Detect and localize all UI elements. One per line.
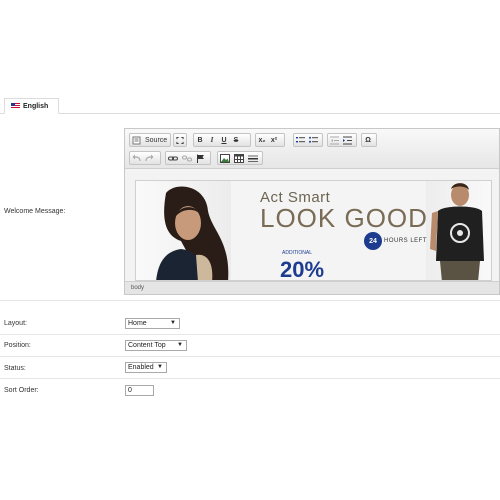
row-divider <box>0 300 500 301</box>
status-label: Status: <box>4 365 26 372</box>
source-label: Source <box>145 136 168 144</box>
special-char-icon[interactable]: Ω <box>362 134 374 146</box>
banner-hours-left: HOURS LEFT <box>384 238 428 244</box>
banner-discount: 20% <box>280 257 325 281</box>
row-divider <box>0 334 500 335</box>
position-label: Position: <box>4 342 31 349</box>
row-divider <box>0 356 500 357</box>
strikethrough-icon[interactable]: S <box>230 134 242 146</box>
us-flag-icon <box>11 103 20 109</box>
editor-status-bar: body <box>125 281 499 294</box>
table-icon[interactable] <box>232 152 246 164</box>
source-button[interactable]: Source <box>129 133 171 147</box>
welcome-message-label: Welcome Message: <box>4 208 66 215</box>
unlink-icon[interactable] <box>180 152 194 164</box>
tab-english-label: English <box>23 102 49 110</box>
banner-look-good: LOOK GOOD <box>260 203 428 233</box>
layout-select[interactable]: Home ▼ <box>125 318 180 329</box>
chevron-down-icon: ▼ <box>157 364 163 370</box>
indent-icon[interactable] <box>341 134 354 146</box>
banner-additional: ADDITIONAL <box>282 250 313 256</box>
horizontal-rule-icon[interactable] <box>246 152 260 164</box>
editor-element-path[interactable]: body <box>131 285 144 291</box>
link-icon[interactable] <box>166 152 180 164</box>
sort-order-label: Sort Order: <box>4 387 39 394</box>
banner-hours-badge: 24 <box>364 232 382 250</box>
image-icon[interactable] <box>218 152 232 164</box>
chevron-down-icon: ▼ <box>177 342 183 348</box>
editor-toolbar: Source B I U S x₂ x² Ω <box>125 129 499 169</box>
language-tabs: English <box>0 98 500 114</box>
position-select-value: Content Top <box>128 342 166 349</box>
source-icon <box>130 134 143 146</box>
maximize-icon[interactable] <box>174 134 186 146</box>
undo-icon[interactable] <box>130 152 143 164</box>
banner-model-left-image <box>136 181 231 280</box>
status-select-value: Enabled <box>128 364 154 371</box>
subscript-icon[interactable]: x₂ <box>256 134 268 146</box>
redo-icon[interactable] <box>143 152 156 164</box>
layout-label: Layout: <box>4 320 27 327</box>
position-select[interactable]: Content Top ▼ <box>125 340 187 351</box>
layout-select-value: Home <box>128 320 147 327</box>
status-select[interactable]: Enabled ▼ <box>125 362 167 373</box>
bold-icon[interactable]: B <box>194 134 206 146</box>
italic-icon[interactable]: I <box>206 134 218 146</box>
rich-text-editor: Source B I U S x₂ x² Ω Act Smart LOOK GO… <box>124 128 500 295</box>
underline-icon[interactable]: U <box>218 134 230 146</box>
numbered-list-icon[interactable] <box>294 134 307 146</box>
chevron-down-icon: ▼ <box>170 320 176 326</box>
anchor-icon[interactable] <box>194 152 207 164</box>
tab-english[interactable]: English <box>4 98 59 114</box>
row-divider <box>0 378 500 379</box>
bulleted-list-icon[interactable] <box>307 134 320 146</box>
outdent-icon[interactable] <box>328 134 341 146</box>
superscript-icon[interactable]: x² <box>268 134 280 146</box>
banner-model-right-image <box>426 181 491 280</box>
editor-content-area[interactable]: Act Smart LOOK GOOD 24 HOURS LEFT ADDITI… <box>135 180 492 281</box>
sort-order-input[interactable] <box>125 385 154 396</box>
